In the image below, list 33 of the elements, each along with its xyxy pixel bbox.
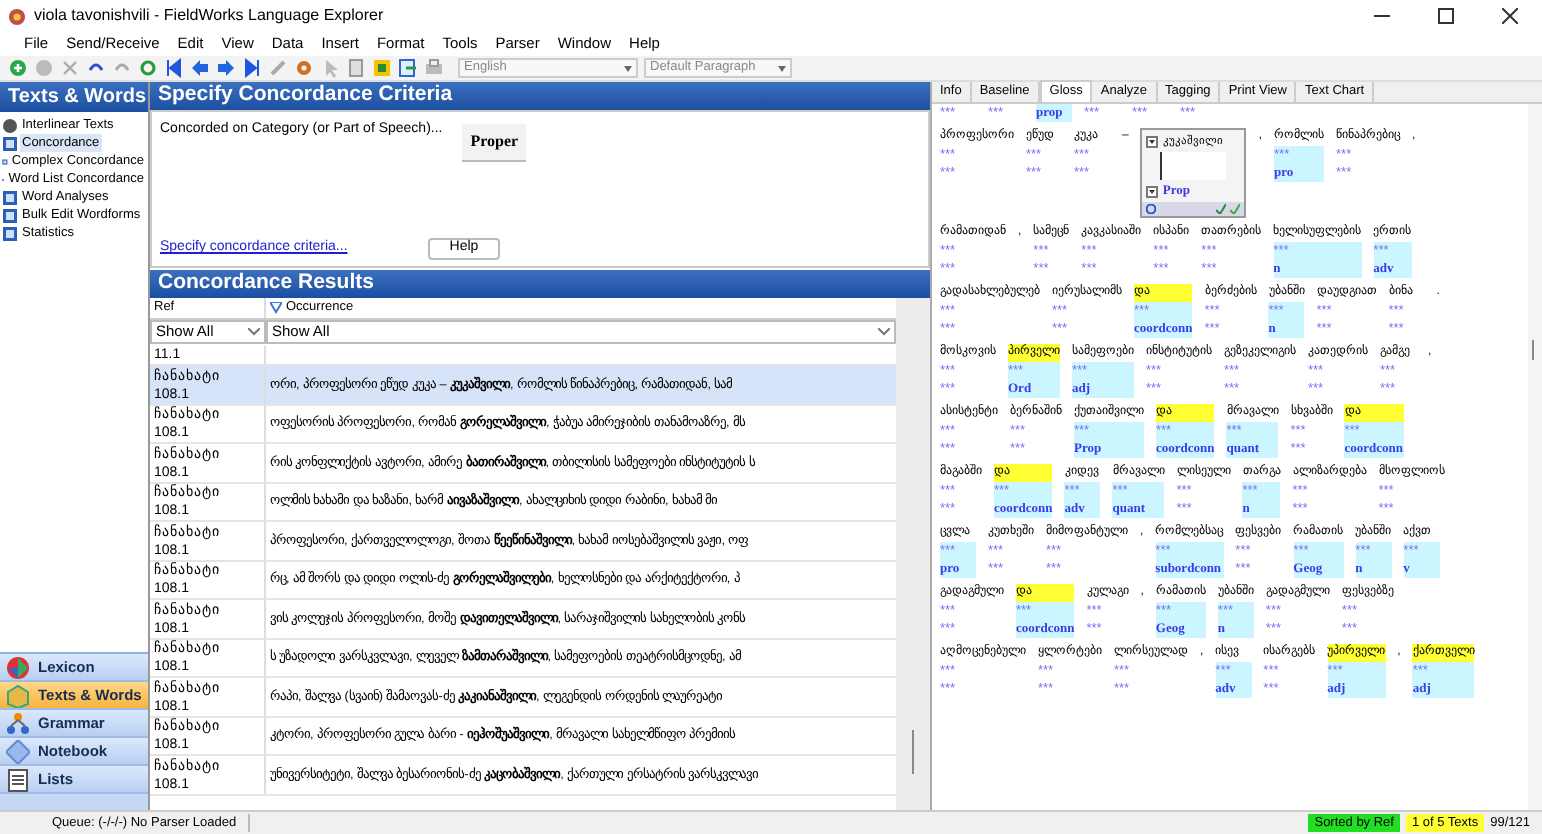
panel-title: Specify Concordance Criteria [150, 82, 930, 110]
caret-icon [878, 328, 890, 336]
panel-title: Concordance Results [150, 270, 930, 298]
document-icon[interactable] [346, 58, 366, 78]
left-arrow-icon[interactable] [190, 58, 210, 78]
picture-icon[interactable] [372, 58, 392, 78]
category-button[interactable]: Proper [462, 124, 527, 162]
sidebar-title: Texts & Words [0, 82, 148, 112]
caret-icon [248, 328, 260, 336]
first-record-icon[interactable] [164, 58, 184, 78]
menu-icon[interactable] [1146, 204, 1157, 215]
dropdown-icon[interactable] [1146, 136, 1159, 149]
hierarchy-icon [6, 711, 30, 735]
gear-icon[interactable] [294, 58, 314, 78]
round-icon [2, 117, 18, 133]
gloss-field[interactable] [1160, 152, 1227, 181]
window-title: viola tavonishvili - FieldWorks Language Explorer [34, 4, 384, 28]
list-icon [6, 767, 30, 791]
add-icon[interactable] [8, 58, 28, 78]
caret-icon [624, 65, 632, 71]
dropdown-icon[interactable] [1146, 185, 1159, 198]
last-record-icon[interactable] [242, 58, 262, 78]
check-icon[interactable] [1230, 204, 1241, 215]
approve-all-icon[interactable] [1216, 204, 1227, 215]
app-icon [8, 7, 26, 25]
printer-icon[interactable] [424, 58, 444, 78]
close-icon[interactable] [1502, 8, 1518, 24]
cube-icon [6, 655, 30, 679]
caret-icon [778, 65, 786, 71]
export-icon[interactable] [398, 58, 418, 78]
refresh-icon[interactable] [138, 58, 158, 78]
right-arrow-icon[interactable] [216, 58, 236, 78]
maximize-icon[interactable] [1438, 8, 1454, 24]
